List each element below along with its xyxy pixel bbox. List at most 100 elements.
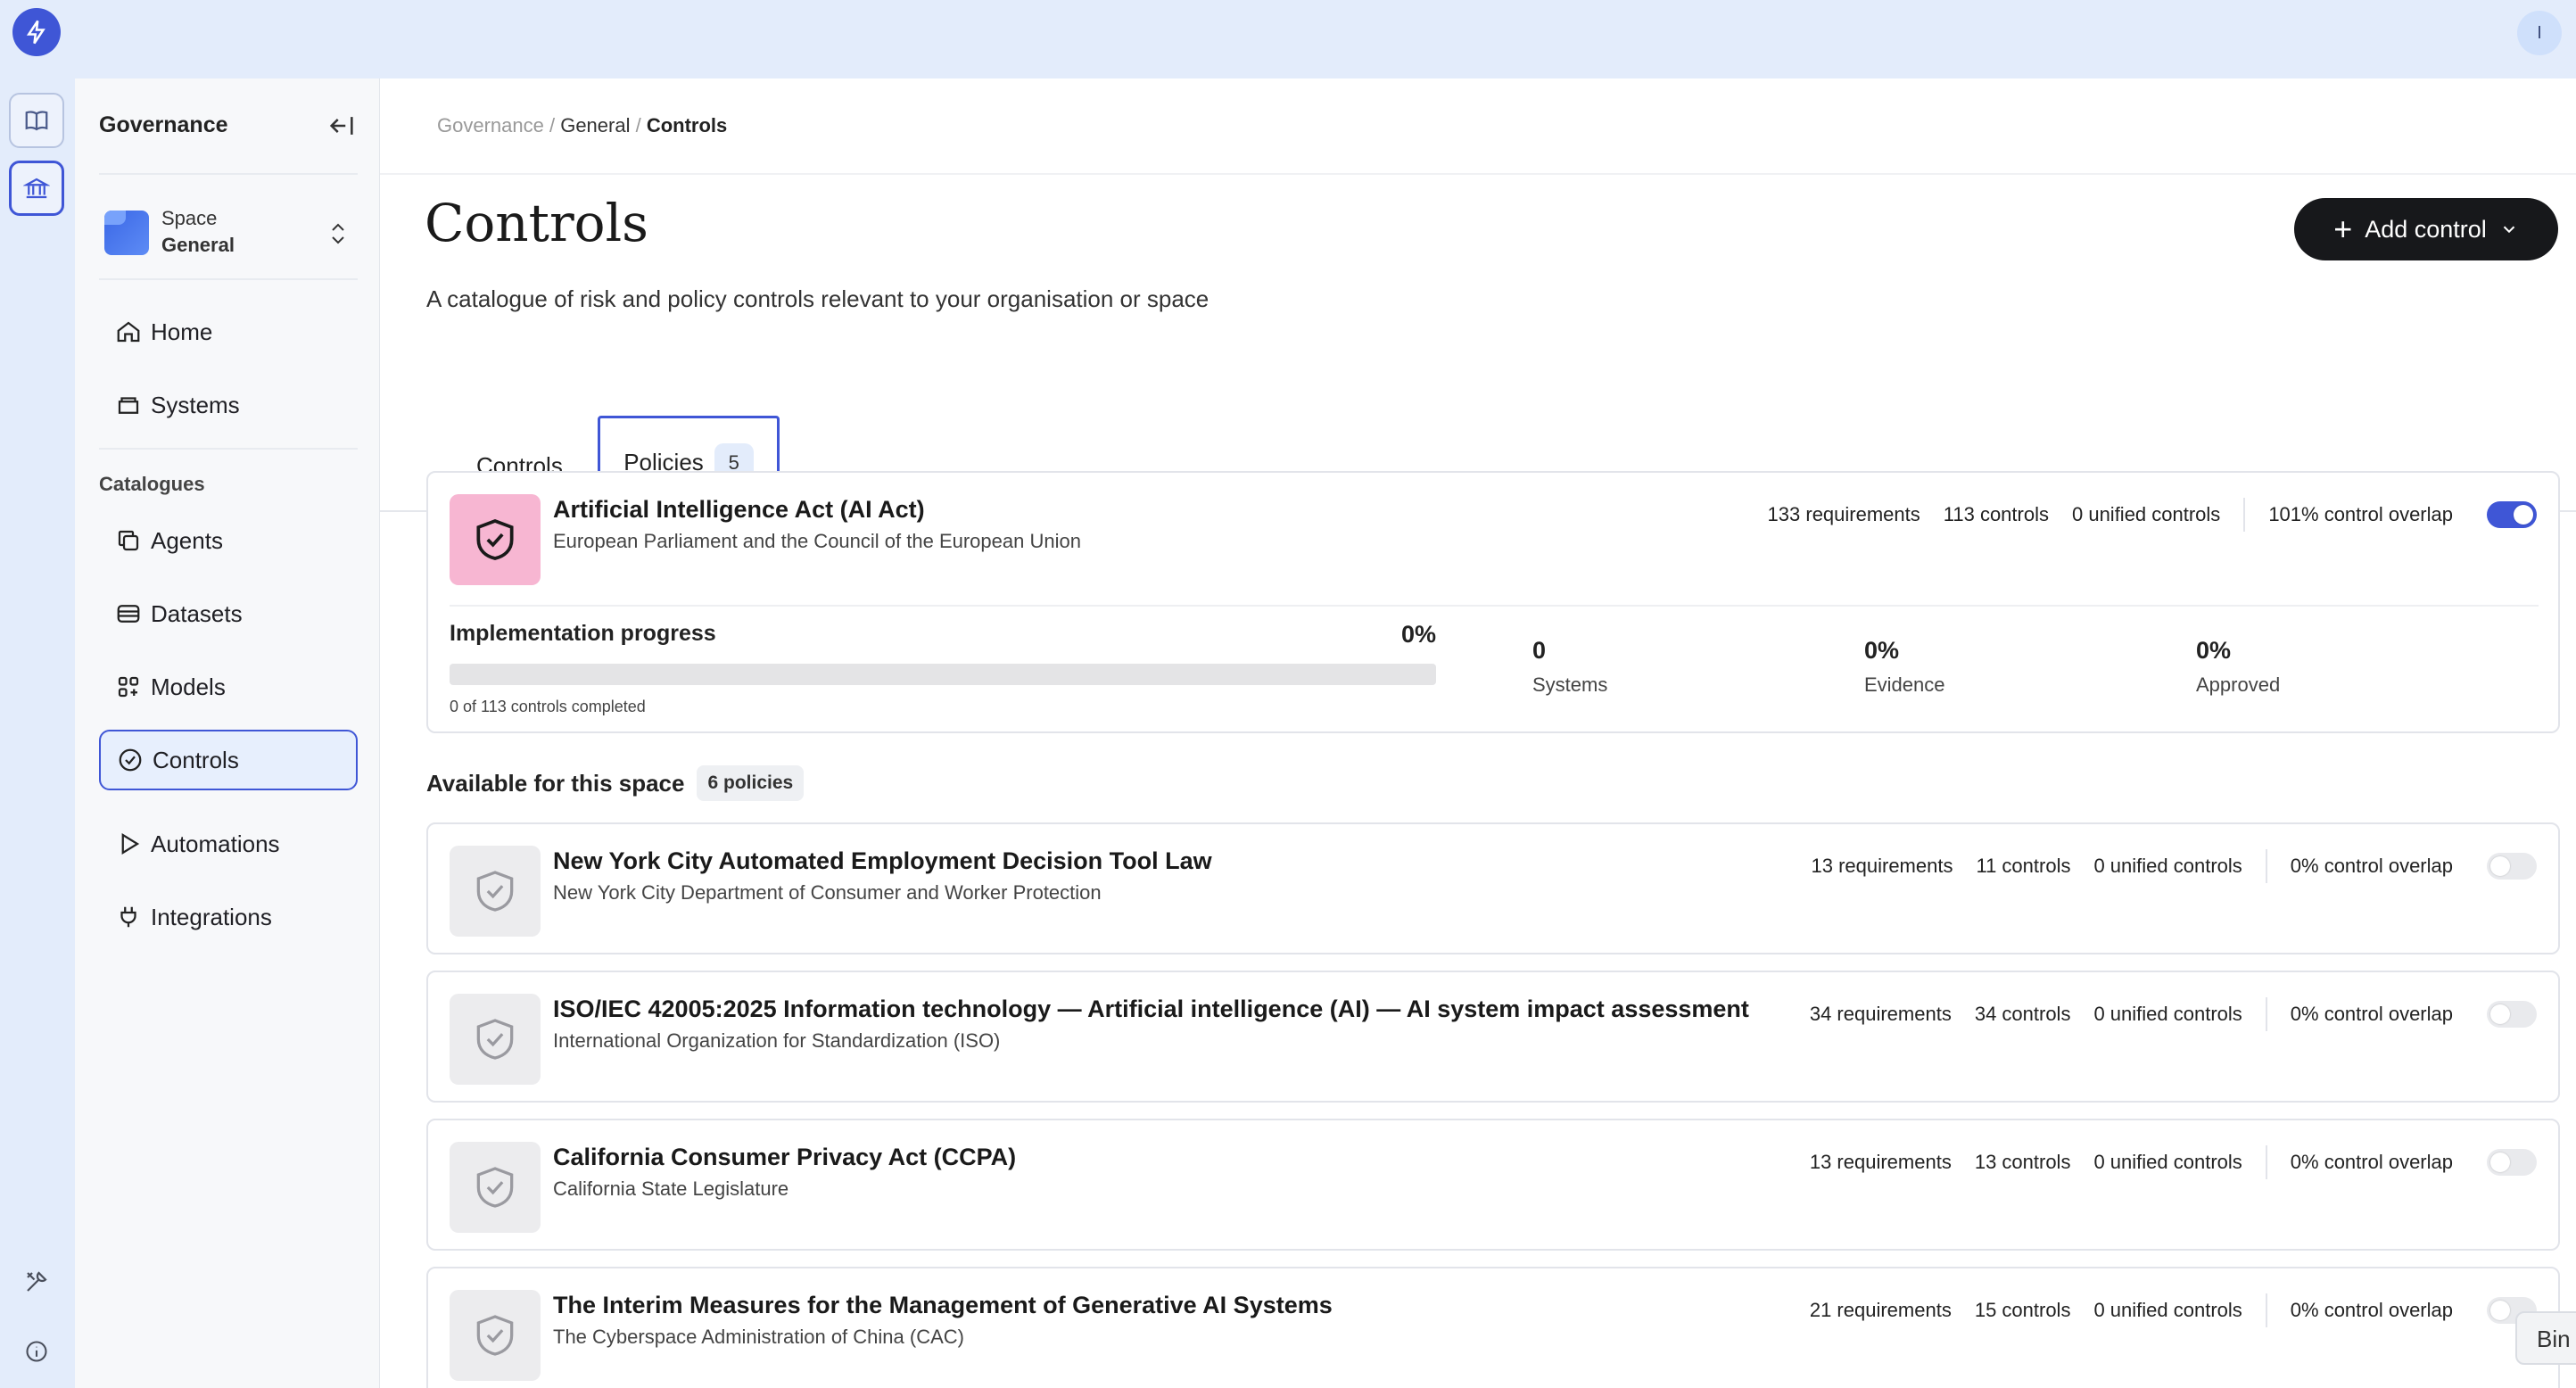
policy-card[interactable]: New York City Automated Employment Decis…: [426, 822, 2560, 954]
plug-icon: [120, 906, 136, 928]
active-policy-card[interactable]: Artificial Intelligence Act (AI Act) Eur…: [426, 471, 2560, 733]
policy-title: The Interim Measures for the Management …: [553, 1292, 1333, 1318]
folder-icon: [104, 211, 149, 255]
lightning-icon: [26, 20, 45, 45]
breadcrumb-middle[interactable]: General: [560, 114, 630, 136]
controls-count: 11 controls: [1976, 855, 2071, 877]
metric-label: Approved: [2196, 673, 2281, 696]
bank-icon: [23, 178, 50, 199]
breadcrumb-root[interactable]: Governance: [437, 114, 544, 136]
metric-label: Systems: [1532, 673, 1608, 696]
book-icon: [25, 111, 48, 131]
chevron-up-down-icon: [332, 223, 344, 244]
policy-issuer: The Cyberspace Administration of China (…: [553, 1326, 964, 1348]
sidebar: Governance Space General Home Systems Ca…: [75, 78, 380, 1388]
metric-value: 0: [1532, 637, 1547, 664]
unified-controls-count: 0 unified controls: [2093, 855, 2242, 877]
available-label: Available for this space: [426, 769, 685, 797]
shield-check-icon: [476, 871, 514, 912]
sidebar-item-label: Integrations: [151, 903, 272, 930]
sidebar-divider: [99, 173, 358, 175]
policy-icon: [450, 994, 541, 1085]
controls-count: 34 controls: [1974, 1003, 2071, 1025]
info-rail-button[interactable]: [9, 1324, 64, 1379]
requirements-count: 21 requirements: [1809, 1299, 1952, 1321]
home-icon: [117, 321, 140, 343]
add-control-label: Add control: [2365, 215, 2487, 243]
stats-separator: [2265, 849, 2267, 883]
stats-separator: [2243, 498, 2246, 532]
policy-issuer: California State Legislature: [553, 1177, 789, 1200]
stats-separator: [2265, 1293, 2267, 1327]
collapse-left-icon: [329, 117, 353, 135]
docs-rail-button[interactable]: [9, 93, 64, 148]
page-description: A catalogue of risk and policy controls …: [426, 285, 1210, 312]
sidebar-item-label: Datasets: [151, 599, 243, 627]
breadcrumb-divider: [380, 173, 2576, 175]
sidebar-item-home[interactable]: Home: [99, 302, 358, 362]
progress-label: Implementation progress: [450, 621, 716, 646]
main-content: Governance / General / Controls Controls…: [380, 78, 2576, 1388]
tools-icon: [27, 1271, 47, 1292]
policy-card[interactable]: ISO/IEC 42005:2025 Information technolog…: [426, 971, 2560, 1103]
shield-check-icon: [476, 1019, 514, 1060]
governance-rail-button[interactable]: [9, 161, 64, 216]
policy-issuer: New York City Department of Consumer and…: [553, 881, 1102, 904]
breadcrumb-current: Controls: [646, 114, 728, 136]
sidebar-item-agents[interactable]: Agents: [99, 510, 358, 571]
card-divider: [450, 605, 2539, 607]
shield-check-icon: [476, 519, 514, 560]
policy-issuer: European Parliament and the Council of t…: [553, 530, 1081, 552]
unified-controls-count: 0 unified controls: [2093, 1151, 2242, 1173]
policy-card[interactable]: The Interim Measures for the Management …: [426, 1267, 2560, 1388]
policy-enable-toggle[interactable]: [2487, 1149, 2537, 1176]
control-overlap: 0% control overlap: [2290, 855, 2453, 877]
progress-caption: 0 of 113 controls completed: [450, 698, 646, 715]
page-title: Controls: [425, 193, 648, 253]
unified-controls-count: 0 unified controls: [2093, 1299, 2242, 1321]
sidebar-item-systems[interactable]: Systems: [99, 375, 358, 435]
add-control-button[interactable]: + Add control: [2294, 198, 2558, 260]
policy-card[interactable]: California Consumer Privacy Act (CCPA) C…: [426, 1119, 2560, 1251]
policy-enable-toggle[interactable]: [2487, 853, 2537, 880]
datasets-icon: [117, 605, 140, 623]
policy-icon: [450, 494, 541, 585]
shield-check-icon: [476, 1167, 514, 1208]
control-overlap: 0% control overlap: [2290, 1299, 2453, 1321]
sidebar-item-datasets[interactable]: Datasets: [99, 583, 358, 644]
sidebar-item-integrations[interactable]: Integrations: [99, 887, 358, 947]
sidebar-divider: [99, 278, 358, 280]
space-label: Space: [161, 207, 218, 229]
policy-stats: 34 requirements 34 controls 0 unified co…: [1787, 997, 2453, 1031]
unified-controls-count: 0 unified controls: [2093, 1003, 2242, 1025]
available-section-label: Available for this space 6 policies: [426, 765, 805, 801]
chevron-down-icon: [2503, 226, 2515, 234]
models-icon: [118, 676, 139, 698]
control-overlap: 0% control overlap: [2290, 1003, 2453, 1025]
stats-separator: [2265, 1145, 2267, 1179]
stats-separator: [2265, 997, 2267, 1031]
agents-icon: [118, 530, 139, 551]
policy-icon: [450, 1290, 541, 1381]
user-avatar[interactable]: I: [2517, 11, 2562, 55]
systems-icon: [118, 397, 139, 414]
tools-rail-button[interactable]: [9, 1254, 64, 1310]
sidebar-item-label: Home: [151, 318, 213, 345]
sidebar-item-label: Models: [151, 673, 226, 700]
policy-enable-toggle[interactable]: [2487, 1001, 2537, 1028]
collapse-sidebar-button[interactable]: [326, 111, 357, 141]
control-overlap: 101% control overlap: [2268, 503, 2453, 525]
sidebar-item-controls[interactable]: Controls: [99, 730, 358, 790]
sidebar-item-automations[interactable]: Automations: [99, 814, 358, 874]
policy-issuer: International Organization for Standardi…: [553, 1029, 1001, 1052]
policy-enable-toggle[interactable]: [2487, 501, 2537, 528]
space-selector[interactable]: Space General: [99, 203, 358, 262]
sidebar-divider: [99, 448, 358, 450]
floating-tooltip[interactable]: Bin: [2515, 1311, 2576, 1365]
app-logo[interactable]: [12, 8, 61, 56]
metric-evidence: 0% Evidence: [1864, 637, 1945, 697]
plus-icon: +: [2333, 211, 2353, 247]
sidebar-item-models[interactable]: Models: [99, 657, 358, 717]
metric-value: 0%: [1864, 637, 1900, 664]
breadcrumb: Governance / General / Controls: [437, 114, 728, 136]
